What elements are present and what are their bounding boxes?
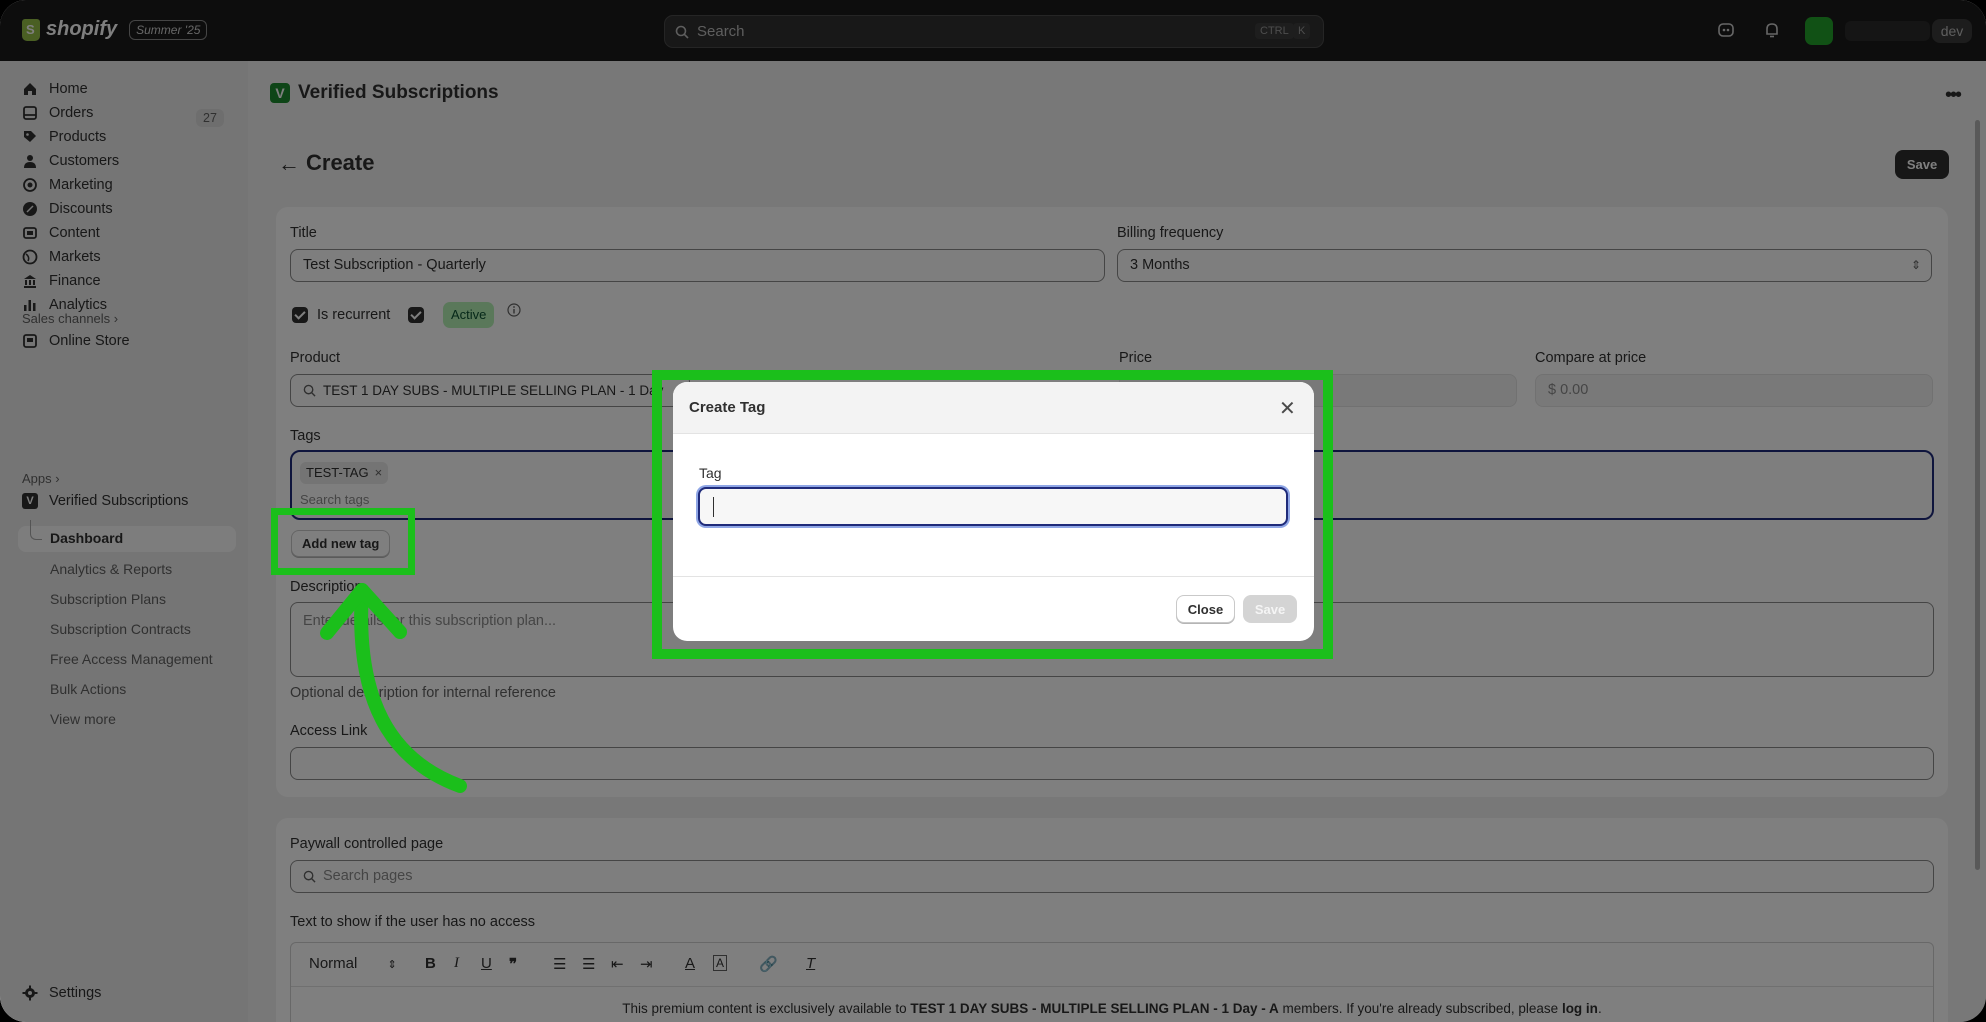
modal-footer-divider [673, 576, 1314, 577]
modal-title: Create Tag [689, 399, 766, 416]
highlight-box-add-tag [271, 508, 415, 575]
app-window: shopify Summer '25 Search CTRL K dev Hom… [0, 0, 1986, 1022]
tag-input[interactable] [698, 487, 1288, 526]
text-caret [713, 497, 714, 517]
modal-header: Create Tag ✕ [673, 382, 1314, 434]
close-button[interactable]: Close [1176, 595, 1235, 623]
close-icon[interactable]: ✕ [1279, 396, 1296, 421]
tag-field-label: Tag [699, 465, 722, 481]
modal-save-button[interactable]: Save [1243, 595, 1297, 623]
create-tag-modal: Create Tag ✕ Tag Close Save [673, 382, 1314, 641]
